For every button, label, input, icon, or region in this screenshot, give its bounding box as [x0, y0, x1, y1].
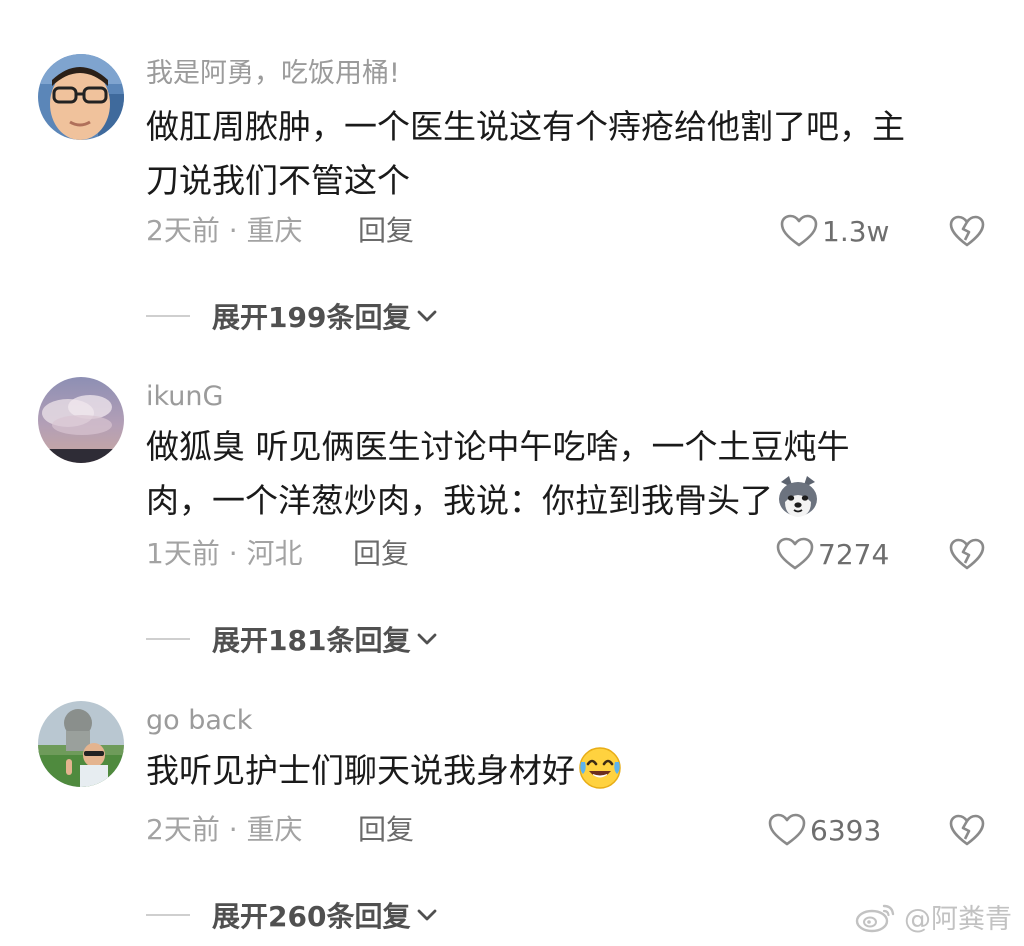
divider-line	[146, 914, 190, 916]
comment-text: 做肛周脓肿，一个医生说这有个痔疮给他割了吧，主 刀说我们不管这个	[146, 100, 986, 208]
comment-time-location: 1天前 · 河北	[146, 537, 303, 570]
user-avatar[interactable]	[38, 701, 124, 787]
expand-replies-button[interactable]: 展开181条回复	[146, 619, 438, 659]
expand-replies-label: 展开260条回复	[212, 900, 411, 933]
chevron-down-icon	[418, 633, 437, 645]
like-count: 7274	[818, 537, 890, 571]
like-button[interactable]: 6393	[768, 810, 881, 850]
comment-username[interactable]: go back	[146, 703, 252, 739]
comment-text-line-with-emoji: 我听见护士们聊天说我身材好	[146, 744, 986, 798]
chevron-down-icon	[418, 310, 437, 322]
man-with-glasses-avatar-icon	[38, 54, 124, 140]
like-button[interactable]: 1.3w	[780, 211, 889, 251]
comment-text-line-with-emoji: 肉，一个洋葱炒肉，我说：你拉到我骨头了	[146, 474, 986, 528]
heart-icon	[776, 537, 814, 570]
comment-text-line: 肉，一个洋葱炒肉，我说：你拉到我骨头了	[146, 481, 773, 520]
comment-text-line: 做狐臭 听见俩医生讨论中午吃啥，一个土豆炖牛	[146, 427, 850, 466]
like-count: 1.3w	[822, 214, 890, 248]
man-outdoors-statue-avatar-icon	[38, 701, 124, 787]
expand-replies-button[interactable]: 展开260条回复	[146, 895, 438, 935]
dislike-button[interactable]	[948, 534, 986, 574]
user-avatar[interactable]	[38, 54, 124, 140]
comment-text-line: 刀说我们不管这个	[146, 161, 410, 200]
laughing-crying-emoji-icon	[579, 747, 621, 789]
watermark-text: @阿粪青	[904, 904, 1012, 935]
comment-username[interactable]: 我是阿勇，吃饭用桶!	[146, 56, 400, 92]
user-avatar[interactable]	[38, 377, 124, 463]
like-button[interactable]: 7274	[776, 534, 889, 574]
weibo-logo-icon	[855, 904, 895, 932]
dislike-button[interactable]	[948, 810, 986, 850]
broken-heart-icon	[949, 538, 985, 570]
expand-replies-button[interactable]: 展开199条回复	[146, 296, 438, 336]
comment-time-location: 2天前 · 重庆	[146, 214, 303, 247]
comment-text-line: 我听见护士们聊天说我身材好	[146, 751, 575, 790]
comment-time-location: 2天前 · 重庆	[146, 813, 303, 846]
reply-button[interactable]: 回复	[358, 810, 414, 850]
comment-text: 做狐臭 听见俩医生讨论中午吃啥，一个土豆炖牛 肉，一个洋葱炒肉，我说：你拉到我骨…	[146, 420, 986, 528]
husky-dog-emoji-icon	[779, 476, 817, 517]
comment-text: 我听见护士们聊天说我身材好	[146, 744, 986, 798]
chevron-down-icon	[418, 909, 437, 921]
broken-heart-icon	[949, 814, 985, 846]
broken-heart-icon	[949, 215, 985, 247]
watermark: @阿粪青	[854, 897, 1012, 936]
expand-replies-label: 展开199条回复	[212, 301, 411, 334]
cloudy-sky-avatar-icon	[38, 377, 124, 463]
divider-line	[146, 638, 190, 640]
comment-username[interactable]: ikunG	[146, 379, 223, 415]
reply-button[interactable]: 回复	[353, 534, 409, 574]
divider-line	[146, 315, 190, 317]
comment-text-line: 做肛周脓肿，一个医生说这有个痔疮给他割了吧，主	[146, 107, 905, 146]
reply-button[interactable]: 回复	[358, 211, 414, 251]
like-count: 6393	[810, 813, 882, 847]
dislike-button[interactable]	[948, 211, 986, 251]
expand-replies-label: 展开181条回复	[212, 624, 411, 657]
heart-icon	[780, 214, 818, 247]
heart-icon	[768, 813, 806, 846]
